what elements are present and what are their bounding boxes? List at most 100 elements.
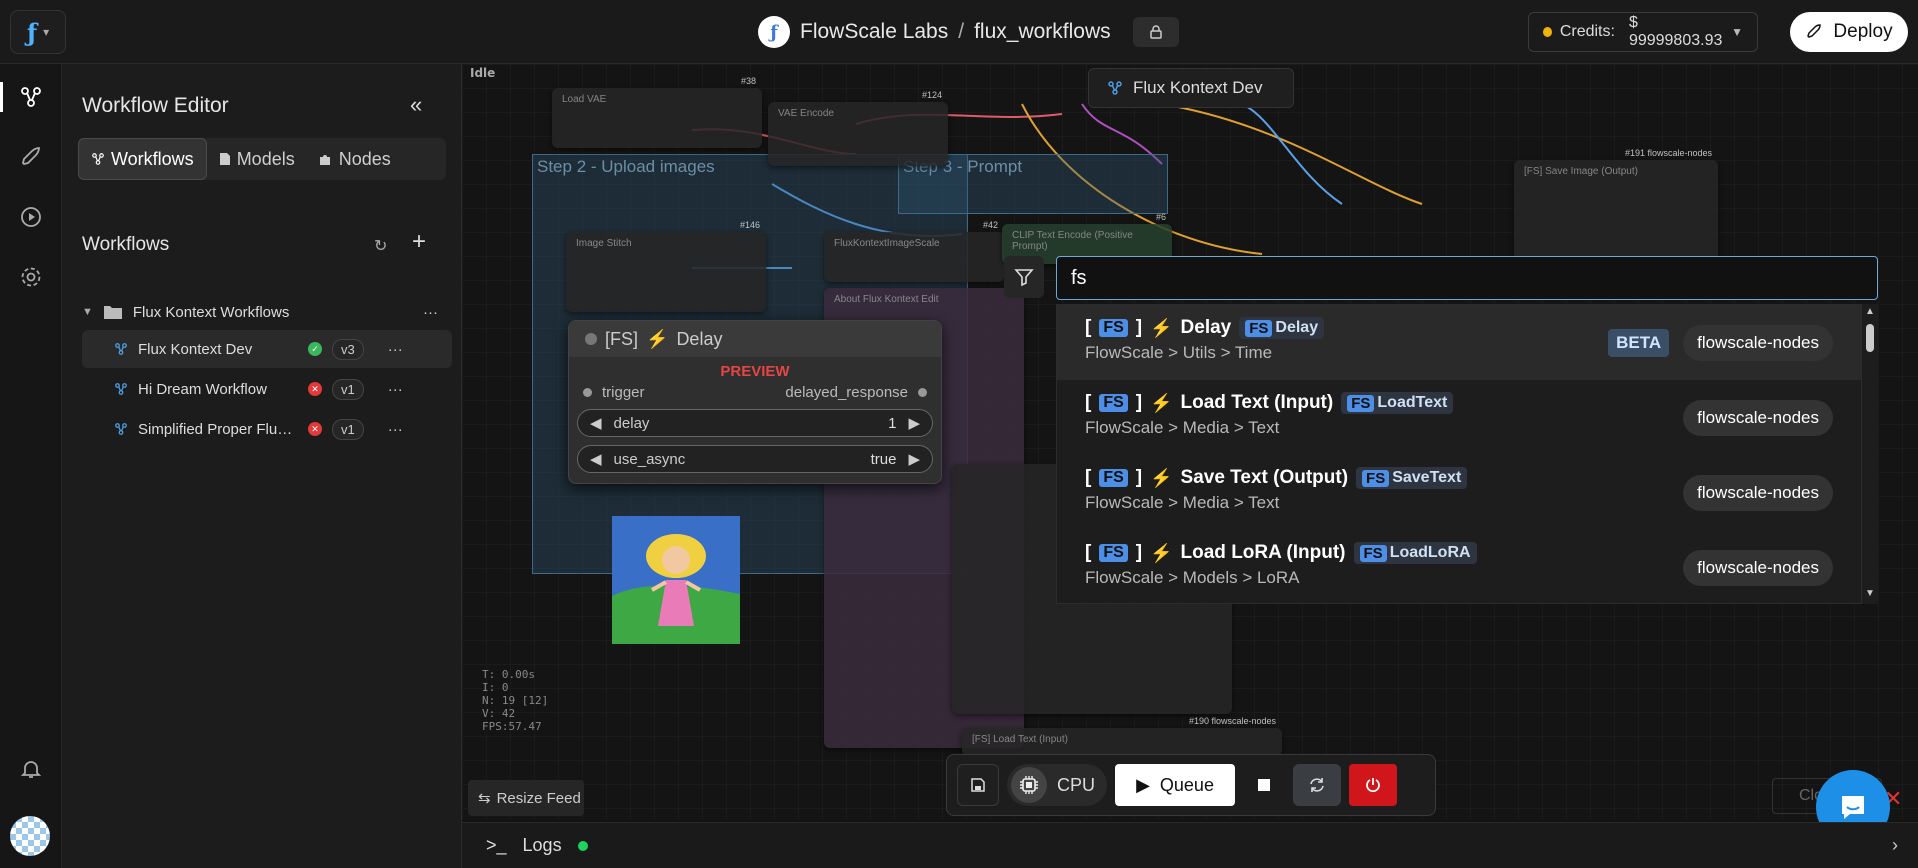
scroll-up-icon[interactable]: ▲ [1865, 306, 1875, 317]
node-title: Image Stitch [576, 238, 632, 249]
result-bracket-close: ] [1135, 542, 1143, 563]
nav-deploy-button[interactable] [16, 142, 46, 172]
version-badge: v3 [332, 338, 364, 360]
triangle-right-icon[interactable]: ▶ [908, 414, 920, 432]
workflow-more-button[interactable]: ··· [388, 381, 403, 398]
output-slot[interactable]: delayed_response [785, 384, 927, 401]
input-image-preview[interactable] [612, 516, 740, 644]
workflow-item[interactable]: Hi Dream Workflow ✕ v1 ··· [82, 370, 452, 408]
deploy-label: Deploy [1833, 21, 1893, 42]
collapse-panel-button[interactable]: « [410, 92, 422, 118]
scrollbar-thumb[interactable] [1866, 324, 1874, 352]
workflow-name: Simplified Proper Flux Kontext [138, 420, 298, 438]
input-slot[interactable]: trigger [583, 384, 645, 401]
nav-run-button[interactable] [16, 202, 46, 232]
result-bracket-close: ] [1135, 392, 1143, 413]
breadcrumb-org[interactable]: FlowScale Labs [800, 20, 948, 44]
app-menu-button[interactable]: ƒ ▾ [10, 10, 66, 54]
node-title: [FS] Save Image (Output) [1524, 166, 1638, 177]
node-io-row: trigger delayed_response [569, 384, 941, 401]
lock-button[interactable] [1132, 17, 1179, 47]
node-load-vae[interactable]: #38 Load VAE [552, 76, 762, 148]
search-filter-button[interactable] [1004, 256, 1044, 298]
node-title: VAE Encode [778, 108, 834, 119]
result-badges: flowscale-nodes [1683, 475, 1833, 511]
node-collapse-dot[interactable] [585, 333, 597, 345]
result-class-name: SaveText [1392, 469, 1462, 486]
refresh-icon [1310, 778, 1324, 792]
workflow-more-button[interactable]: ··· [388, 421, 403, 438]
node-id: #191 flowscale-nodes [1624, 148, 1712, 158]
widget-name: use_async [613, 450, 686, 468]
results-scrollbar[interactable]: ▲ ▼ [1862, 304, 1878, 604]
breadcrumb-separator: / [958, 20, 965, 43]
workflow-item[interactable]: Simplified Proper Flux Kontext ✕ v1 ··· [82, 410, 452, 448]
avatar[interactable] [10, 816, 50, 856]
node-title: [FS] Load Text (Input) [972, 734, 1068, 745]
result-bracket-open: [ [1085, 467, 1092, 488]
node-search-input[interactable] [1056, 256, 1878, 300]
tab-workflows[interactable]: Workflows [78, 138, 207, 180]
folder-more-button[interactable]: ··· [423, 304, 438, 321]
breadcrumb-project[interactable]: flux_workflows [974, 20, 1111, 44]
status-ok-icon: ✓ [308, 342, 322, 356]
nav-workflows-button[interactable] [16, 82, 46, 112]
notifications-button[interactable] [16, 754, 46, 784]
search-result-item[interactable]: [FS] ⚡ Load Text (Input) FS LoadText Flow… [1057, 380, 1861, 455]
stat-line: FPS:57.47 [482, 720, 542, 733]
refresh-workflows-button[interactable]: ↻ [374, 236, 387, 256]
node-vae-encode[interactable]: #124 VAE Encode [768, 90, 948, 166]
node-flux-kontext-image-scale[interactable]: #42 FluxKontextImageScale [824, 220, 1004, 282]
search-result-item[interactable]: [FS] ⚡ Delay FS Delay FlowScale > Utils >… [1057, 305, 1861, 380]
search-result-item[interactable]: [FS] ⚡ Save Text (Output) FS SaveText Flo… [1057, 455, 1861, 530]
refresh-icon: ↻ [374, 238, 388, 255]
triangle-right-icon[interactable]: ▶ [908, 450, 920, 468]
resize-feed-button[interactable]: ⇆ Resize Feed [468, 780, 584, 816]
node-image-stitch[interactable]: #146 Image Stitch [566, 220, 766, 312]
chat-bubble-icon [1842, 796, 1864, 819]
save-button[interactable] [957, 764, 999, 806]
cpu-label: CPU [1057, 774, 1096, 795]
widget-use-async[interactable]: ◀ use_async true ▶ [577, 445, 933, 473]
logs-bar[interactable]: >_ Logs › [462, 822, 1918, 868]
workflow-item[interactable]: Flux Kontext Dev ✓ v3 ··· [82, 330, 452, 368]
widget-delay[interactable]: ◀ delay 1 ▶ [577, 409, 933, 437]
active-workflow-tag[interactable]: Flux Kontext Dev [1088, 68, 1294, 108]
add-workflow-button[interactable]: + [412, 228, 426, 256]
node-title: About Flux Kontext Edit [834, 294, 939, 305]
node-save-image-output[interactable]: #191 flowscale-nodes [FS] Save Image (Ou… [1514, 148, 1718, 270]
node-id: #38 [740, 76, 756, 86]
result-badges: flowscale-nodes [1683, 550, 1833, 586]
folder-row[interactable]: ▼ Flux Kontext Workflows ··· [82, 296, 452, 328]
chevron-right-icon[interactable]: › [1892, 835, 1898, 856]
refresh-button[interactable] [1293, 764, 1342, 806]
search-result-item[interactable]: [FS] ⚡ Load LoRA (Input) FS LoadLoRA Flow… [1057, 530, 1861, 603]
node-title: Load VAE [562, 94, 607, 105]
node-id: #42 [982, 220, 998, 230]
nav-settings-button[interactable] [16, 262, 46, 292]
credits-label: Credits: [1559, 23, 1615, 40]
triangle-left-icon[interactable]: ◀ [590, 450, 602, 468]
status-error-icon: ✕ [308, 382, 322, 396]
credits-dropdown[interactable]: Credits: $ 99999803.93 ▼ [1528, 12, 1758, 52]
compute-selector[interactable]: CPU [1007, 764, 1108, 806]
lightning-icon: ⚡ [1150, 467, 1173, 488]
stop-button[interactable] [1243, 764, 1285, 806]
bell-icon [20, 761, 42, 778]
node-preview-delay[interactable]: [FS] ⚡ Delay PREVIEW trigger delayed_res… [568, 320, 942, 484]
tab-models[interactable]: Models [207, 138, 307, 180]
nav-active-indicator [0, 82, 3, 112]
queue-button[interactable]: ▶ Queue [1115, 764, 1236, 806]
deploy-button[interactable]: Deploy [1790, 12, 1908, 52]
workflow-more-button[interactable]: ··· [388, 341, 403, 358]
fs-tag: FS [1245, 319, 1273, 337]
triangle-left-icon[interactable]: ◀ [590, 414, 602, 432]
node-load-text-input[interactable]: #190 flowscale-nodes [FS] Load Text (Inp… [962, 716, 1282, 756]
power-button[interactable] [1349, 764, 1398, 806]
scroll-down-icon[interactable]: ▼ [1865, 588, 1875, 599]
node-id: #190 flowscale-nodes [1188, 716, 1276, 726]
canvas-stats: T: 0.00s I: 0 N: 19 [12] V: 42 FPS:57.47 [482, 668, 548, 733]
tab-nodes[interactable]: Nodes [307, 138, 403, 180]
result-badges: BETA flowscale-nodes [1608, 325, 1833, 361]
panel-tabs: Workflows Models Nodes [78, 138, 446, 180]
